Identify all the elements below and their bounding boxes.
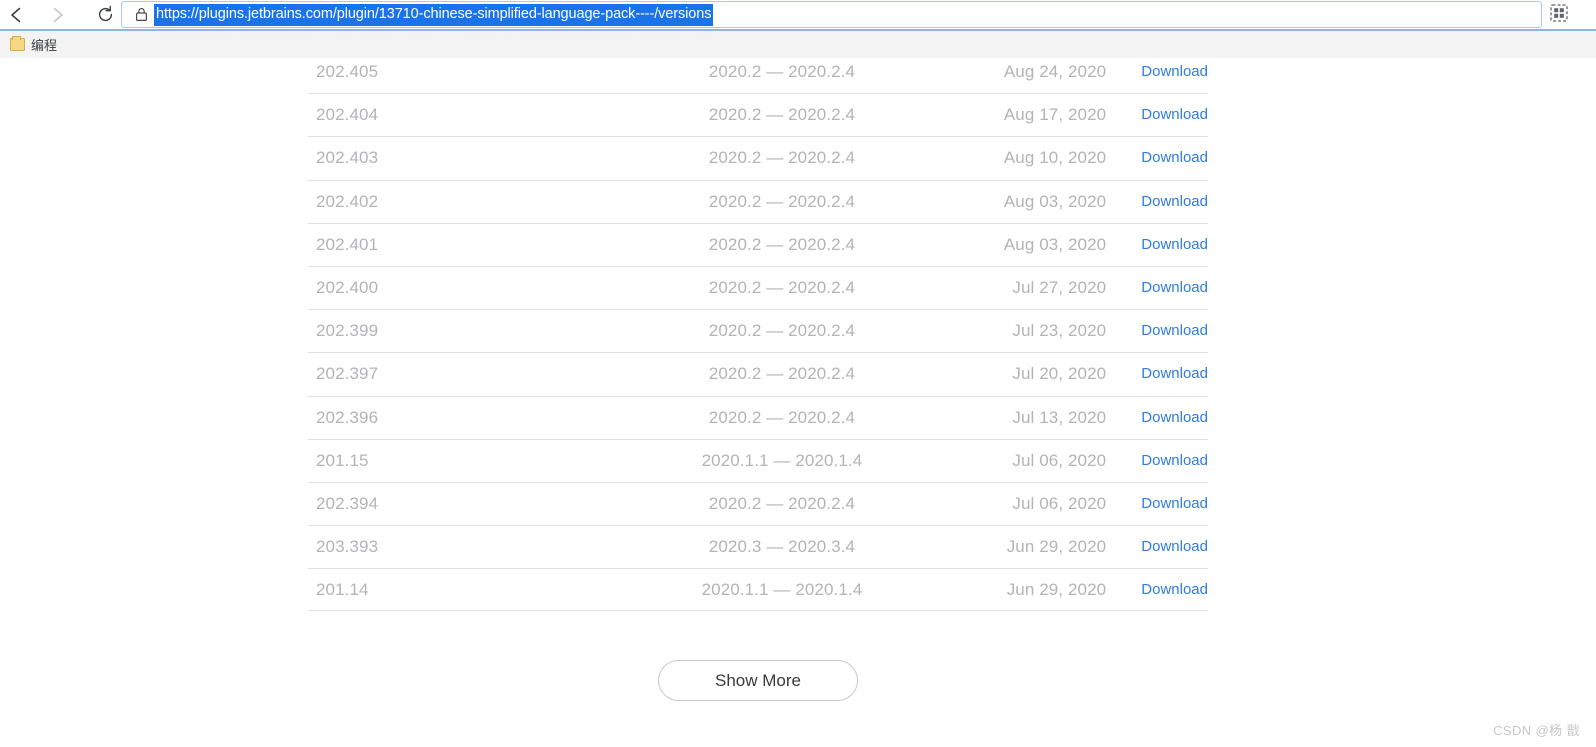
download-link[interactable]: Download — [1141, 452, 1208, 469]
date-cell: Aug 10, 2020 — [1003, 148, 1107, 168]
table-row: 201.14 2020.1.1 — 2020.1.4 Jun 29, 2020 … — [308, 568, 1208, 612]
browser-toolbar: https://plugins.jetbrains.com/plugin/137… — [0, 0, 1596, 29]
table-row: 202.399 2020.2 — 2020.2.4 Jul 23, 2020 D… — [308, 309, 1208, 352]
compatibility-cell: 2020.2 — 2020.2.4 — [708, 407, 856, 427]
compatibility-cell: 2020.2 — 2020.2.4 — [708, 364, 856, 384]
compatibility-cell: 2020.2 — 2020.2.4 — [708, 234, 856, 254]
versions-table: 202.405 2020.2 — 2020.2.4 Aug 24, 2020 D… — [308, 58, 1208, 612]
version-cell: 202.394 — [316, 493, 379, 513]
compatibility-cell: 2020.2 — 2020.2.4 — [708, 493, 856, 513]
compatibility-cell: 2020.2 — 2020.2.4 — [708, 191, 856, 211]
download-link[interactable]: Download — [1141, 149, 1208, 166]
download-link[interactable]: Download — [1141, 236, 1208, 253]
watermark: CSDN @杨 戬 — [1493, 723, 1580, 738]
version-cell: 202.405 — [316, 62, 379, 82]
bookmark-label: 编程 — [31, 38, 58, 53]
date-cell: Jun 29, 2020 — [1006, 537, 1107, 557]
back-button[interactable] — [0, 0, 34, 29]
version-cell: 202.399 — [316, 321, 379, 341]
download-cell: Download — [1106, 581, 1208, 599]
bookmarks-bar: 编程 — [0, 31, 1596, 58]
download-cell: Download — [1106, 365, 1208, 383]
date-cell: Aug 17, 2020 — [1003, 105, 1107, 125]
version-cell: 202.403 — [316, 148, 379, 168]
address-bar[interactable]: https://plugins.jetbrains.com/plugin/137… — [121, 1, 1542, 28]
date-cell: Jul 13, 2020 — [1012, 407, 1107, 427]
download-link[interactable]: Download — [1141, 365, 1208, 382]
table-row: 202.403 2020.2 — 2020.2.4 Aug 10, 2020 D… — [308, 136, 1208, 179]
download-cell: Download — [1106, 236, 1208, 254]
arrow-left-icon — [7, 5, 27, 25]
show-more-container: Show More — [0, 660, 1516, 701]
compatibility-cell: 2020.1.1 — 2020.1.4 — [701, 579, 863, 599]
lock-icon — [128, 7, 154, 22]
download-link[interactable]: Download — [1141, 322, 1208, 339]
reload-icon — [96, 5, 115, 24]
date-cell: Aug 03, 2020 — [1003, 234, 1107, 254]
download-link[interactable]: Download — [1141, 63, 1208, 80]
table-row: 202.397 2020.2 — 2020.2.4 Jul 20, 2020 D… — [308, 352, 1208, 395]
date-cell: Aug 24, 2020 — [1003, 62, 1107, 82]
date-cell: Jul 23, 2020 — [1012, 321, 1107, 341]
download-link[interactable]: Download — [1141, 106, 1208, 123]
compatibility-cell: 2020.2 — 2020.2.4 — [708, 321, 856, 341]
page-content: 202.405 2020.2 — 2020.2.4 Aug 24, 2020 D… — [0, 58, 1596, 747]
compatibility-cell: 2020.2 — 2020.2.4 — [708, 148, 856, 168]
date-cell: Jul 27, 2020 — [1012, 278, 1107, 298]
date-cell: Jul 20, 2020 — [1012, 364, 1107, 384]
table-row: 203.393 2020.3 — 2020.3.4 Jun 29, 2020 D… — [308, 525, 1208, 568]
date-cell: Jul 06, 2020 — [1012, 450, 1107, 470]
version-cell: 201.14 — [316, 579, 369, 599]
collections-button[interactable] — [1548, 3, 1570, 28]
version-cell: 201.15 — [316, 450, 369, 470]
table-row: 201.15 2020.1.1 — 2020.1.4 Jul 06, 2020 … — [308, 438, 1208, 482]
download-cell: Download — [1106, 106, 1208, 124]
compatibility-cell: 2020.2 — 2020.2.4 — [708, 62, 856, 82]
compatibility-cell: 2020.2 — 2020.2.4 — [708, 278, 856, 298]
version-cell: 202.404 — [316, 105, 379, 125]
table-row: 202.394 2020.2 — 2020.2.4 Jul 06, 2020 D… — [308, 481, 1208, 525]
download-cell: Download — [1106, 452, 1208, 470]
table-row: 202.404 2020.2 — 2020.2.4 Aug 17, 2020 D… — [308, 93, 1208, 136]
download-link[interactable]: Download — [1141, 279, 1208, 296]
table-row: 202.402 2020.2 — 2020.2.4 Aug 03, 2020 D… — [308, 179, 1208, 223]
date-cell: Aug 03, 2020 — [1003, 191, 1107, 211]
download-link[interactable]: Download — [1141, 581, 1208, 598]
download-link[interactable]: Download — [1141, 538, 1208, 555]
compatibility-cell: 2020.3 — 2020.3.4 — [708, 537, 856, 557]
download-link[interactable]: Download — [1141, 409, 1208, 426]
folder-icon — [10, 36, 25, 51]
compatibility-cell: 2020.2 — 2020.2.4 — [708, 105, 856, 125]
arrow-right-icon — [47, 5, 67, 25]
date-cell: Jul 06, 2020 — [1012, 493, 1107, 513]
date-cell: Jun 29, 2020 — [1006, 579, 1107, 599]
table-row: 202.400 2020.2 — 2020.2.4 Jul 27, 2020 D… — [308, 265, 1208, 309]
compatibility-cell: 2020.1.1 — 2020.1.4 — [701, 450, 863, 470]
reload-button[interactable] — [88, 0, 122, 29]
collections-grid-icon — [1549, 3, 1569, 28]
download-link[interactable]: Download — [1141, 495, 1208, 512]
download-link[interactable]: Download — [1141, 193, 1208, 210]
download-cell: Download — [1106, 63, 1208, 81]
show-more-button[interactable]: Show More — [658, 660, 858, 701]
table-row: 202.405 2020.2 — 2020.2.4 Aug 24, 2020 D… — [308, 58, 1208, 93]
table-row: 202.396 2020.2 — 2020.2.4 Jul 13, 2020 D… — [308, 395, 1208, 439]
download-cell: Download — [1106, 193, 1208, 211]
url-text[interactable]: https://plugins.jetbrains.com/plugin/137… — [154, 3, 714, 26]
bookmark-folder-programming[interactable]: 编程 — [8, 33, 63, 56]
version-cell: 202.402 — [316, 191, 379, 211]
version-cell: 202.397 — [316, 364, 379, 384]
forward-button — [40, 0, 74, 29]
version-cell: 202.400 — [316, 278, 379, 298]
download-cell: Download — [1106, 495, 1208, 513]
download-cell: Download — [1106, 409, 1208, 427]
version-cell: 202.401 — [316, 234, 379, 254]
version-cell: 203.393 — [316, 537, 379, 557]
download-cell: Download — [1106, 322, 1208, 340]
table-row: 202.401 2020.2 — 2020.2.4 Aug 03, 2020 D… — [308, 222, 1208, 266]
download-cell: Download — [1106, 538, 1208, 556]
download-cell: Download — [1106, 279, 1208, 297]
version-cell: 202.396 — [316, 407, 379, 427]
download-cell: Download — [1106, 149, 1208, 167]
